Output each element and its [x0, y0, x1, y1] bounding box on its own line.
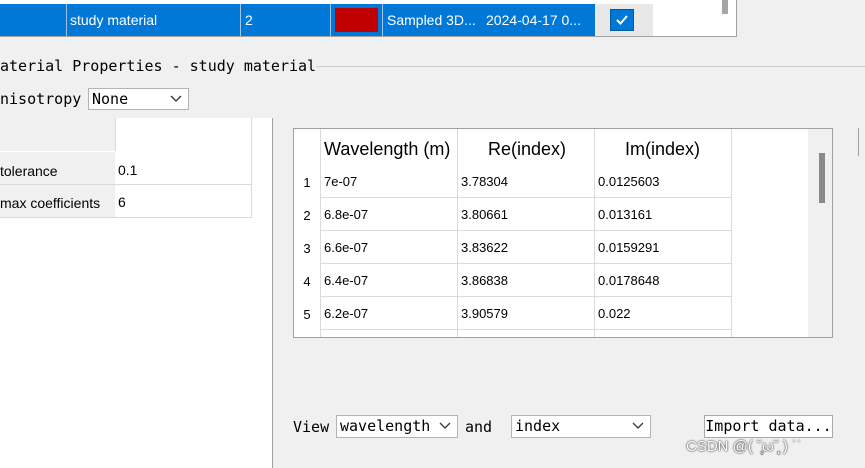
wavelength-cell[interactable]: 6.4e-07 — [324, 273, 368, 288]
chevron-down-icon — [170, 95, 182, 102]
index-data-table[interactable]: Wavelength (m) Re(index) Im(index) 1 7e-… — [293, 128, 833, 338]
row-divider — [320, 197, 732, 198]
re-index-cell[interactable]: 3.83622 — [461, 240, 508, 255]
column-divider — [115, 118, 116, 151]
im-index-cell[interactable]: 0.013161 — [598, 207, 652, 222]
re-index-cell[interactable]: 3.90579 — [461, 306, 508, 321]
re-index-cell[interactable]: 3.78304 — [461, 174, 508, 189]
column-header-wavelength[interactable]: Wavelength (m) — [324, 129, 452, 165]
view-label: View — [293, 418, 330, 436]
row-number[interactable]: 1 — [294, 175, 320, 190]
wavelength-cell[interactable]: 6.2e-07 — [324, 306, 368, 321]
anisotropy-select[interactable]: None — [88, 88, 189, 110]
row-divider — [0, 184, 252, 185]
material-name-cell[interactable]: study material — [70, 4, 236, 36]
and-label: and — [465, 418, 493, 436]
material-type-cell[interactable]: Sampled 3D... — [387, 4, 481, 36]
wavelength-cell[interactable]: 6.6e-07 — [324, 240, 368, 255]
view-y-select[interactable]: index — [511, 415, 651, 438]
im-index-cell[interactable]: 0.022 — [598, 306, 631, 321]
materials-scrollbar-thumb[interactable] — [722, 0, 728, 14]
anisotropy-select-value: None — [92, 90, 129, 108]
tolerance-value[interactable]: 0.1 — [118, 162, 137, 178]
material-date-cell[interactable]: 2024-04-17 0... — [486, 4, 591, 36]
view-x-select[interactable]: wavelength — [336, 415, 458, 438]
column-divider — [330, 4, 331, 36]
window-edge — [858, 128, 865, 156]
max-coefficients-value[interactable]: 6 — [118, 194, 126, 210]
group-divider — [316, 66, 865, 67]
wavelength-cell[interactable]: 7e-07 — [324, 174, 357, 189]
column-header-re-index[interactable]: Re(index) — [488, 129, 588, 165]
row-divider — [320, 296, 732, 297]
column-divider — [66, 4, 67, 36]
im-index-cell[interactable]: 0.0178648 — [598, 273, 659, 288]
watermark: CSDN @( ˘̩̩̩ω˘̩̩̩ ) ˙˙ — [686, 438, 803, 455]
materials-table-selected-row[interactable]: study material 2 Sampled 3D... 2024-04-1… — [0, 0, 736, 37]
row-number[interactable]: 5 — [294, 307, 320, 322]
data-table-scrollbar-thumb[interactable] — [819, 153, 825, 203]
chevron-down-icon — [439, 422, 451, 429]
material-properties-title: aterial Properties - study material — [0, 57, 317, 75]
wavelength-cell[interactable]: 6.8e-07 — [324, 207, 368, 222]
fit-parameters-border — [251, 118, 252, 218]
column-divider — [382, 4, 383, 36]
re-index-cell[interactable]: 3.86838 — [461, 273, 508, 288]
materials-table-border — [736, 0, 737, 37]
material-index-cell[interactable]: 2 — [245, 4, 325, 36]
column-divider — [731, 129, 732, 337]
tolerance-label: tolerance — [0, 163, 58, 179]
fit-parameters-header — [0, 118, 115, 151]
max-coefficients-label: max coefficients — [0, 195, 101, 211]
im-index-cell[interactable]: 0.0159291 — [598, 240, 659, 255]
row-number[interactable]: 2 — [294, 208, 320, 223]
im-index-cell[interactable]: 0.0125603 — [598, 174, 659, 189]
column-divider — [457, 129, 458, 337]
column-header-im-index[interactable]: Im(index) — [625, 129, 725, 165]
row-number[interactable]: 4 — [294, 274, 320, 289]
import-data-button[interactable]: Import data... — [704, 415, 833, 438]
checkmark-icon — [616, 15, 628, 25]
column-divider — [320, 129, 321, 337]
chevron-down-icon — [632, 422, 644, 429]
view-x-select-value: wavelength — [340, 417, 431, 435]
fit-parameters-panel: tolerance 0.1 max coefficients 6 — [0, 118, 273, 468]
column-divider — [240, 4, 241, 36]
material-color-swatch[interactable] — [335, 8, 378, 32]
row-divider — [320, 230, 732, 231]
row-divider — [0, 217, 252, 218]
row-divider — [320, 329, 732, 330]
view-y-select-value: index — [515, 417, 561, 435]
anisotropy-label: nisotropy — [0, 90, 82, 108]
column-divider — [594, 129, 595, 337]
row-divider — [320, 263, 732, 264]
re-index-cell[interactable]: 3.80661 — [461, 207, 508, 222]
material-enabled-checkbox[interactable] — [610, 9, 634, 31]
row-number[interactable]: 3 — [294, 241, 320, 256]
